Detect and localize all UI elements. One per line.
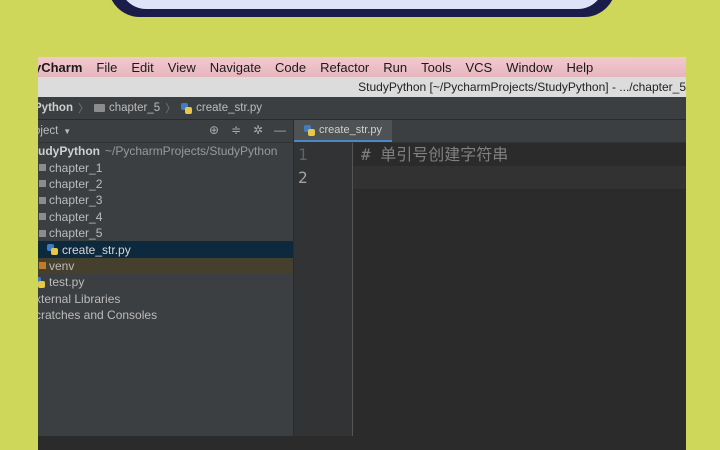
tree-item-label: chapter_4 <box>49 209 103 224</box>
chevron-down-icon[interactable]: ▼ <box>63 127 71 136</box>
code-line[interactable] <box>353 166 686 189</box>
menu-edit[interactable]: Edit <box>131 60 153 75</box>
gear-icon[interactable]: ✲ <box>251 123 265 137</box>
excluded-folder-icon <box>39 262 46 270</box>
tree-item-external-libraries[interactable]: xternal Libraries <box>38 291 293 307</box>
code-line[interactable]: # 单引号创建字符串 <box>353 143 686 166</box>
breadcrumb-project-label: Python <box>38 102 73 114</box>
breadcrumb-separator-icon: 〉 <box>77 103 89 115</box>
menu-view[interactable]: View <box>168 60 196 75</box>
tree-root-name: tudyPython <box>38 144 100 159</box>
tree-root-path: ~/PycharmProjects/StudyPython <box>105 144 278 159</box>
project-panel-header: oject ▼ ⊕ ≑ ✲ — <box>38 120 293 143</box>
menu-refactor[interactable]: Refactor <box>320 60 369 75</box>
line-number: 1 <box>298 145 308 164</box>
collapse-icon[interactable]: ≑ <box>229 123 243 137</box>
tree-item-venv[interactable]: venv <box>38 257 293 275</box>
folder-icon <box>39 180 46 188</box>
breadcrumb-separator-icon: 〉 <box>165 103 177 115</box>
tree-item-test-py[interactable]: test.py <box>38 274 293 290</box>
breadcrumb-file-label: create_str.py <box>196 102 262 114</box>
breadcrumb-folder[interactable]: chapter_5 <box>93 102 161 114</box>
menu-app-name[interactable]: yCharm <box>38 60 82 75</box>
folder-icon <box>93 104 105 112</box>
tree-item-label: xternal Libraries <box>38 291 121 306</box>
tree-item-label: chapter_3 <box>49 193 103 208</box>
project-toolbar: ⊕ ≑ ✲ — <box>207 123 287 137</box>
tree-root[interactable]: tudyPython ~/PycharmProjects/StudyPython <box>38 143 293 159</box>
menu-help[interactable]: Help <box>566 60 593 75</box>
code-area[interactable]: # 单引号创建字符串 <box>353 143 686 450</box>
project-panel: oject ▼ ⊕ ≑ ✲ — tudyPython ~/PycharmProj… <box>38 120 293 450</box>
menu-window[interactable]: Window <box>506 60 552 75</box>
target-icon[interactable]: ⊕ <box>207 123 221 137</box>
breadcrumb-project[interactable]: Python <box>38 102 73 114</box>
tree-item-create-str[interactable]: create_str.py <box>38 241 293 258</box>
tree-item-label: test.py <box>49 275 85 290</box>
ide-screen: yCharm File Edit View Navigate Code Refa… <box>38 57 686 450</box>
tree-item-label: chapter_2 <box>49 176 103 191</box>
python-file-icon <box>304 124 315 136</box>
minimize-icon[interactable]: — <box>273 123 287 137</box>
python-file-icon <box>38 276 45 288</box>
tree-item-scratches[interactable]: cratches and Consoles <box>38 307 293 323</box>
mac-menubar: yCharm File Edit View Navigate Code Refa… <box>38 57 686 77</box>
project-view-label[interactable]: oject <box>38 125 58 137</box>
breadcrumb-folder-label: chapter_5 <box>108 102 161 114</box>
tree-item-chapter-5[interactable]: chapter_5 <box>38 225 293 241</box>
python-file-icon <box>181 102 193 114</box>
status-bar <box>38 436 686 450</box>
tree-item-label: create_str.py <box>62 242 131 257</box>
tree-item-label: chapter_5 <box>49 226 103 241</box>
tab-label: create_str.py <box>319 124 382 136</box>
menu-code[interactable]: Code <box>275 60 306 75</box>
window-titlebar: StudyPython [~/PycharmProjects/StudyPyth… <box>38 77 686 97</box>
menu-run[interactable]: Run <box>383 60 407 75</box>
folder-icon <box>39 164 46 172</box>
menu-tools[interactable]: Tools <box>421 60 451 75</box>
menu-vcs[interactable]: VCS <box>465 60 492 75</box>
decorative-card <box>108 0 616 17</box>
tree-item-chapter-4[interactable]: chapter_4 <box>38 209 293 225</box>
breadcrumb: Python 〉 chapter_5 〉 create_str.py <box>38 97 686 120</box>
tab-create-str[interactable]: create_str.py <box>294 120 392 142</box>
line-number-gutter: 1 2 <box>294 143 353 450</box>
python-file-icon <box>47 244 58 256</box>
breadcrumb-file[interactable]: create_str.py <box>181 102 262 114</box>
tree-item-chapter-2[interactable]: chapter_2 <box>38 176 293 192</box>
line-number: 2 <box>298 168 308 187</box>
menu-navigate[interactable]: Navigate <box>210 60 261 75</box>
folder-icon <box>39 229 46 237</box>
editor-tabs: create_str.py <box>294 120 686 143</box>
menu-file[interactable]: File <box>96 60 117 75</box>
tree-item-chapter-1[interactable]: chapter_1 <box>38 159 293 175</box>
editor-panel: create_str.py 1 2 # 单引号创建字符串 <box>294 120 686 450</box>
folder-icon <box>39 196 46 204</box>
window-title: StudyPython [~/PycharmProjects/StudyPyth… <box>358 80 686 94</box>
tree-item-label: venv <box>49 258 75 273</box>
decorative-card-inner <box>120 0 604 9</box>
tree-item-label: chapter_1 <box>49 160 103 175</box>
tree-item-chapter-3[interactable]: chapter_3 <box>38 192 293 208</box>
folder-icon <box>39 213 46 221</box>
tree-item-label: cratches and Consoles <box>38 308 158 323</box>
